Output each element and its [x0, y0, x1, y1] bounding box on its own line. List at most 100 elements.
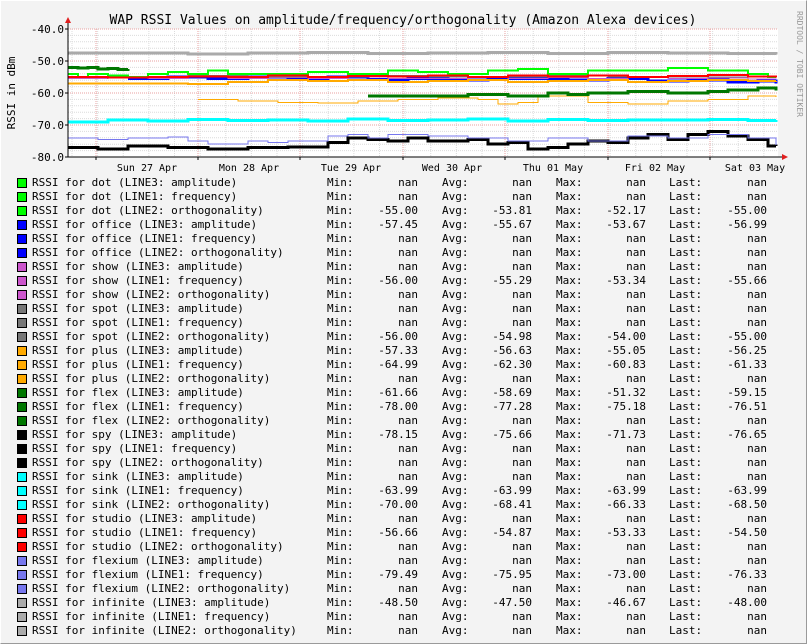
- legend-swatch: [17, 598, 27, 608]
- legend-last-value: nan: [747, 470, 767, 483]
- legend-series-name: RSSI for flexium (LINE3: amplitude): [32, 554, 264, 567]
- legend-avg-label: Avg:: [442, 414, 469, 427]
- legend-last-value: -68.50: [727, 498, 767, 511]
- legend-swatch: [17, 248, 27, 258]
- legend-swatch: [17, 220, 27, 230]
- legend-avg-label: Avg:: [442, 498, 469, 511]
- legend-row: RSSI for studio (LINE3: amplitude) Min: na…: [1, 512, 807, 526]
- legend-last-value: nan: [747, 316, 767, 329]
- legend-series-name: RSSI for flex (LINE3: amplitude): [32, 386, 244, 399]
- legend-last-label: Last:: [669, 456, 703, 469]
- legend-min-label: Min:: [327, 596, 354, 609]
- legend-max-value: nan: [626, 372, 646, 385]
- legend-avg-value: -47.50: [492, 596, 532, 609]
- legend-last-value: nan: [747, 554, 767, 567]
- x-tick-label: Sat 03 May: [725, 163, 785, 174]
- legend-swatch: [17, 430, 27, 440]
- legend-avg-value: nan: [512, 246, 532, 259]
- legend-min-label: Min:: [327, 624, 354, 637]
- legend-series-name: RSSI for spot (LINE2: orthogonality): [32, 330, 271, 343]
- legend-avg-value: nan: [512, 624, 532, 637]
- legend-avg-label: Avg:: [442, 540, 469, 553]
- legend-avg-value: nan: [512, 176, 532, 189]
- legend-min-value: nan: [398, 442, 418, 455]
- legend-series-name: RSSI for infinite (LINE1: frequency): [32, 610, 271, 623]
- legend-avg-value: -62.30: [492, 358, 532, 371]
- legend-avg-label: Avg:: [442, 582, 469, 595]
- legend-min-value: nan: [398, 512, 418, 525]
- legend-swatch: [17, 178, 27, 188]
- legend-swatch: [17, 402, 27, 412]
- legend-max-value: -53.34: [606, 274, 646, 287]
- legend-swatch: [17, 500, 27, 510]
- legend-min-label: Min:: [327, 512, 354, 525]
- legend-min-value: nan: [398, 582, 418, 595]
- legend-min-value: -79.49: [378, 568, 418, 581]
- legend-swatch: [17, 458, 27, 468]
- legend-last-label: Last:: [669, 470, 703, 483]
- legend-min-label: Min:: [327, 316, 354, 329]
- legend-min-label: Min:: [327, 582, 354, 595]
- legend-swatch: [17, 360, 27, 370]
- legend-avg-value: -54.87: [492, 526, 532, 539]
- legend-avg-value: nan: [512, 610, 532, 623]
- legend-min-value: nan: [398, 260, 418, 273]
- legend-min-value: nan: [398, 470, 418, 483]
- legend-row: RSSI for spy (LINE1: frequency) Min: nan Av…: [1, 442, 807, 456]
- legend-max-value: -55.05: [606, 344, 646, 357]
- legend-swatch: [17, 472, 27, 482]
- legend-min-label: Min:: [327, 526, 354, 539]
- legend-row: RSSI for office (LINE2: orthogonality) Mi…: [1, 246, 807, 260]
- legend-swatch: [17, 584, 27, 594]
- legend-max-value: nan: [626, 610, 646, 623]
- legend-max-label: Max:: [556, 470, 583, 483]
- legend-max-label: Max:: [556, 414, 583, 427]
- legend-last-label: Last:: [669, 610, 703, 623]
- legend-row: RSSI for office (LINE1: frequency) Min: na…: [1, 232, 807, 246]
- legend-max-label: Max:: [556, 624, 583, 637]
- legend-max-label: Max:: [556, 246, 583, 259]
- legend-avg-label: Avg:: [442, 344, 469, 357]
- legend-min-label: Min:: [327, 176, 354, 189]
- legend-swatch: [17, 318, 27, 328]
- legend-row: RSSI for flexium (LINE3: amplitude) Min: n…: [1, 554, 807, 568]
- legend-last-value: -76.65: [727, 428, 767, 441]
- legend-max-value: -63.99: [606, 484, 646, 497]
- legend-last-label: Last:: [669, 540, 703, 553]
- legend-max-value: nan: [626, 414, 646, 427]
- legend-series-name: RSSI for studio (LINE1: frequency): [32, 526, 258, 539]
- y-tick-label: -80.0: [31, 151, 64, 164]
- legend-min-value: -57.33: [378, 344, 418, 357]
- legend-max-label: Max:: [556, 190, 583, 203]
- legend-min-label: Min:: [327, 330, 354, 343]
- legend-row: RSSI for show (LINE2: orthogonality) Min:…: [1, 288, 807, 302]
- legend-max-value: nan: [626, 540, 646, 553]
- legend-max-label: Max:: [556, 302, 583, 315]
- legend-last-value: nan: [747, 288, 767, 301]
- legend-max-value: -75.18: [606, 400, 646, 413]
- legend-avg-label: Avg:: [442, 204, 469, 217]
- legend-avg-value: -55.29: [492, 274, 532, 287]
- legend-avg-label: Avg:: [442, 246, 469, 259]
- legend-avg-label: Avg:: [442, 372, 469, 385]
- legend-max-value: -52.17: [606, 204, 646, 217]
- legend-last-value: -59.15: [727, 386, 767, 399]
- legend-max-value: nan: [626, 176, 646, 189]
- series-line: [68, 50, 778, 56]
- x-axis-arrow: [782, 154, 788, 160]
- legend-avg-value: -75.95: [492, 568, 532, 581]
- legend-min-label: Min:: [327, 260, 354, 273]
- legend-min-value: -56.00: [378, 330, 418, 343]
- legend-last-label: Last:: [669, 512, 703, 525]
- legend-last-label: Last:: [669, 176, 703, 189]
- legend-series-name: RSSI for infinite (LINE2: orthogonality): [32, 624, 297, 637]
- legend-min-label: Min:: [327, 302, 354, 315]
- legend-swatch: [17, 346, 27, 356]
- legend-series-name: RSSI for flexium (LINE1: frequency): [32, 568, 264, 581]
- legend-min-label: Min:: [327, 204, 354, 217]
- legend-min-label: Min:: [327, 358, 354, 371]
- legend-last-value: nan: [747, 624, 767, 637]
- series-line: [68, 65, 130, 71]
- legend-avg-label: Avg:: [442, 232, 469, 245]
- legend-min-label: Min:: [327, 456, 354, 469]
